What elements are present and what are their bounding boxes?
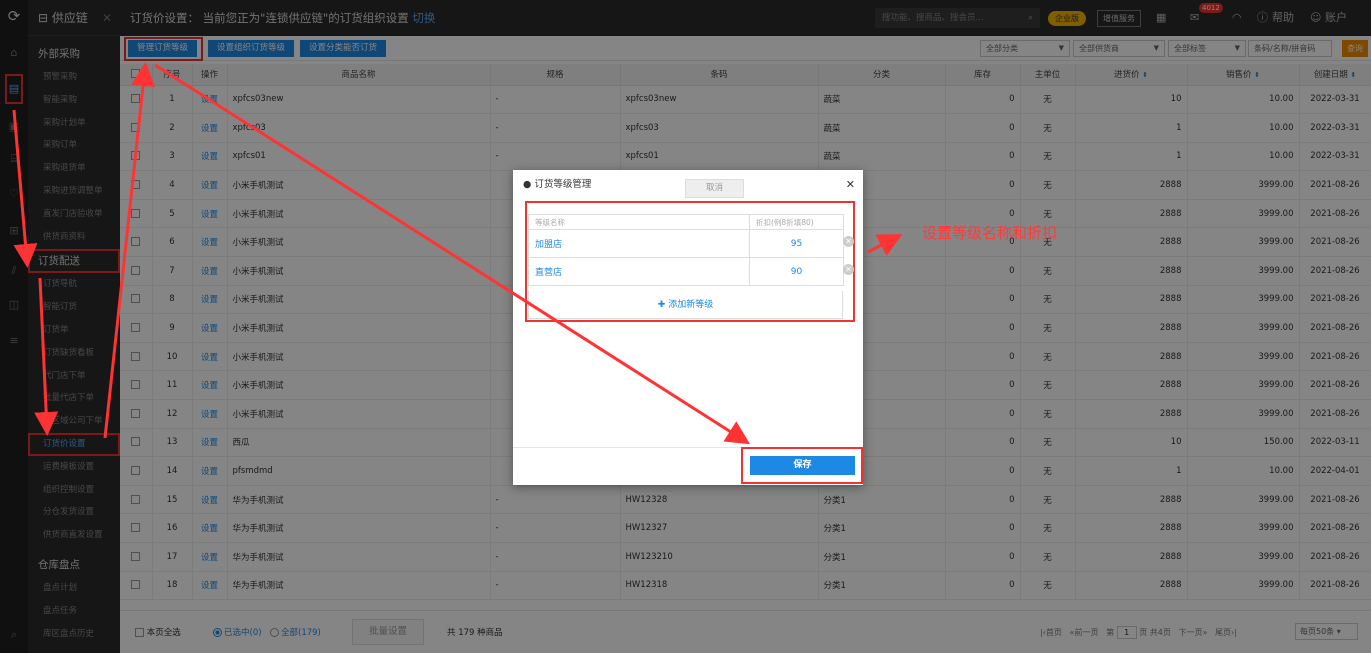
level-name-input[interactable]: 直营店 [528,257,750,286]
plus-icon: ✚ [657,300,666,310]
add-level-label: 添加新等级 [668,300,714,310]
level-discount-header: 折扣(例8折填80) [749,214,844,230]
level-name-header: 等级名称 [528,214,750,230]
level-row: 加盟店 95 [528,229,844,258]
level-name-input[interactable]: 加盟店 [528,229,750,258]
level-management-modal: ● 订货等级管理 ✕ 等级名称 折扣(例8折填80) 加盟店 95 直营店 90… [513,170,863,485]
annotation-text: 设置等级名称和折扣 [922,224,1058,242]
level-table: 等级名称 折扣(例8折填80) 加盟店 95 直营店 90 [528,214,844,286]
level-discount-input[interactable]: 90 [749,257,844,286]
delete-level-icon[interactable]: ✕ [843,236,854,247]
delete-level-icon[interactable]: ✕ [843,264,854,275]
add-level-button[interactable]: ✚ 添加新等级 [528,291,843,319]
level-row: 直营店 90 [528,257,844,286]
cancel-button[interactable]: 取消 [685,179,744,198]
level-discount-input[interactable]: 95 [749,229,844,258]
level-table-header: 等级名称 折扣(例8折填80) [528,214,844,230]
modal-title-text: 订货等级管理 [534,179,592,190]
close-icon[interactable]: ✕ [846,170,855,200]
save-button[interactable]: 保存 [750,456,855,475]
